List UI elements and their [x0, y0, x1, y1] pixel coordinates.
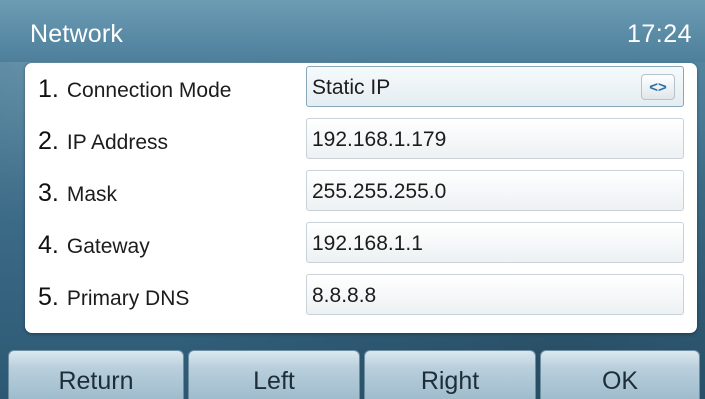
primary-dns-value: 8.8.8.8 [312, 284, 377, 307]
row-label-text: Primary DNS [66, 287, 190, 310]
mask-row[interactable]: 3. Mask 255.255.255.0 [25, 167, 697, 219]
right-button[interactable]: Right [364, 350, 536, 399]
phone-screen: Network 17:24 1. Connection Mode Static I… [0, 0, 705, 399]
gateway-field[interactable]: 192.168.1.1 [306, 222, 684, 263]
ip-address-label: 2. IP Address [38, 127, 168, 156]
connection-mode-select[interactable]: Static IP <> [306, 66, 684, 107]
row-number: 2. [38, 127, 59, 155]
row-number: 3. [38, 179, 59, 207]
mask-value: 255.255.255.0 [312, 180, 447, 203]
row-label-text: Mask [66, 183, 118, 206]
gateway-row[interactable]: 4. Gateway 192.168.1.1 [25, 219, 697, 271]
settings-list: 1. Connection Mode Static IP <> 2. IP Addr… [25, 63, 697, 333]
gateway-label: 4. Gateway [38, 231, 150, 260]
row-number: 1. [38, 75, 59, 103]
clock: 17:24 [626, 20, 692, 48]
title-bar: Network 17:24 [0, 0, 705, 62]
mask-field[interactable]: 255.255.255.0 [306, 170, 684, 211]
primary-dns-field[interactable]: 8.8.8.8 [306, 274, 684, 315]
ip-address-row[interactable]: 2. IP Address 192.168.1.179 [25, 115, 697, 167]
ip-address-field[interactable]: 192.168.1.179 [306, 118, 684, 159]
row-label-text: IP Address [66, 131, 169, 154]
mask-label: 3. Mask [38, 179, 117, 208]
connection-mode-label: 1. Connection Mode [38, 75, 231, 104]
row-number: 5. [38, 283, 59, 311]
left-button[interactable]: Left [188, 350, 360, 399]
option-switch-icon[interactable]: <> [641, 74, 675, 100]
softkey-bar: Return Left Right OK [0, 350, 705, 399]
primary-dns-row[interactable]: 5. Primary DNS 8.8.8.8 [25, 271, 697, 323]
return-button[interactable]: Return [8, 350, 184, 399]
row-number: 4. [38, 231, 59, 259]
row-label-text: Connection Mode [66, 79, 232, 102]
primary-dns-label: 5. Primary DNS [38, 283, 189, 312]
ok-button[interactable]: OK [540, 350, 700, 399]
row-label-text: Gateway [66, 235, 150, 258]
connection-mode-value: Static IP [312, 76, 391, 99]
page-title: Network [30, 20, 124, 48]
ip-address-value: 192.168.1.179 [312, 128, 447, 151]
gateway-value: 192.168.1.1 [312, 232, 423, 255]
connection-mode-row[interactable]: 1. Connection Mode Static IP <> [25, 63, 697, 115]
